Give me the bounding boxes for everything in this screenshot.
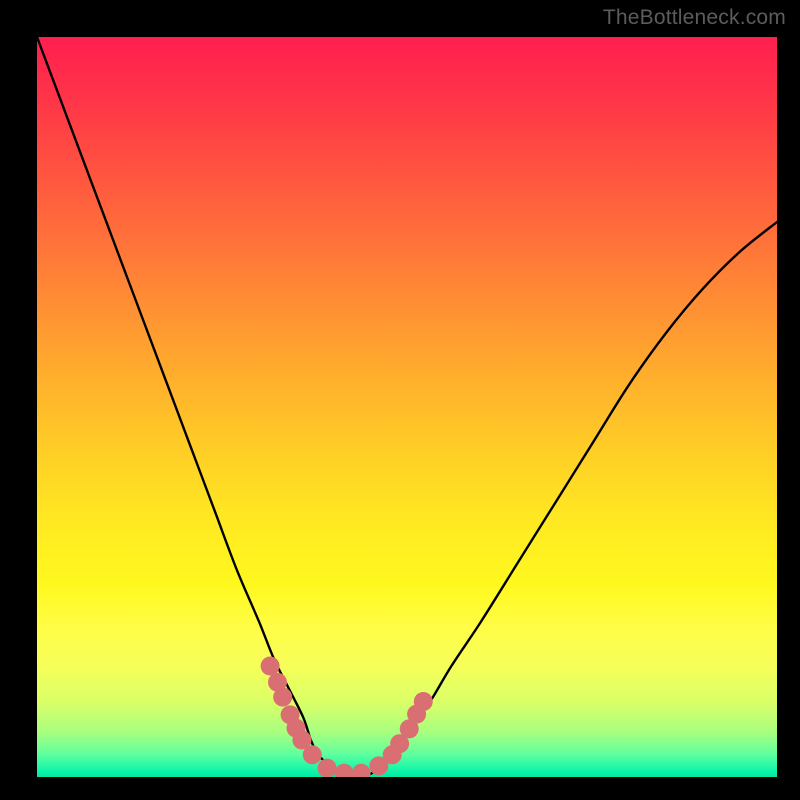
highlight-dot [318,759,337,777]
bottleneck-curve [37,37,777,777]
highlight-dot [273,688,292,707]
highlight-dot [261,657,280,676]
highlight-dot [303,745,322,764]
highlight-dots [261,657,433,778]
highlight-dot [352,764,371,777]
curve-svg [37,37,777,777]
plot-area [37,37,777,777]
watermark-label: TheBottleneck.com [603,6,786,30]
chart-frame: TheBottleneck.com [0,0,800,800]
highlight-dot [335,764,354,777]
highlight-dot [414,692,433,711]
